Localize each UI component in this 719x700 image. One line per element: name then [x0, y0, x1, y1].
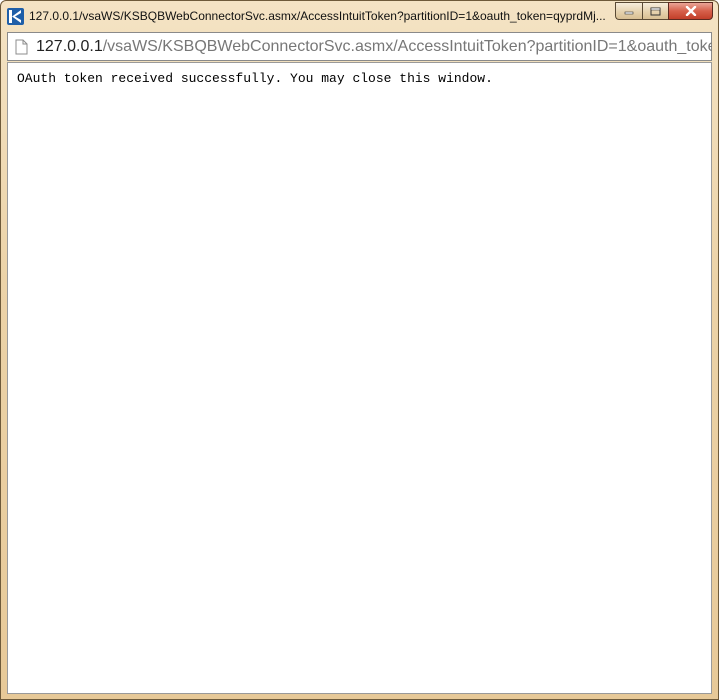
minimize-icon: [624, 11, 634, 15]
app-logo-icon: [7, 8, 24, 25]
minimize-button[interactable]: [615, 2, 642, 20]
status-message: OAuth token received successfully. You m…: [17, 71, 493, 86]
url-host: 127.0.0.1: [36, 38, 103, 55]
address-url[interactable]: 127.0.0.1/vsaWS/KSBQBWebConnectorSvc.asm…: [36, 38, 712, 56]
page-content: OAuth token received successfully. You m…: [7, 62, 712, 694]
window-title: 127.0.0.1/vsaWS/KSBQBWebConnectorSvc.asm…: [29, 9, 606, 23]
page-icon: [15, 39, 28, 55]
maximize-button[interactable]: [642, 2, 668, 20]
title-bar[interactable]: 127.0.0.1/vsaWS/KSBQBWebConnectorSvc.asm…: [1, 1, 718, 31]
close-icon: [685, 6, 696, 16]
close-button[interactable]: [668, 2, 713, 20]
address-bar[interactable]: 127.0.0.1/vsaWS/KSBQBWebConnectorSvc.asm…: [7, 32, 712, 61]
browser-window: 127.0.0.1/vsaWS/KSBQBWebConnectorSvc.asm…: [0, 0, 719, 700]
caption-buttons: [615, 2, 713, 21]
maximize-icon: [650, 7, 661, 15]
url-path: /vsaWS/KSBQBWebConnectorSvc.asmx/AccessI…: [102, 38, 712, 55]
